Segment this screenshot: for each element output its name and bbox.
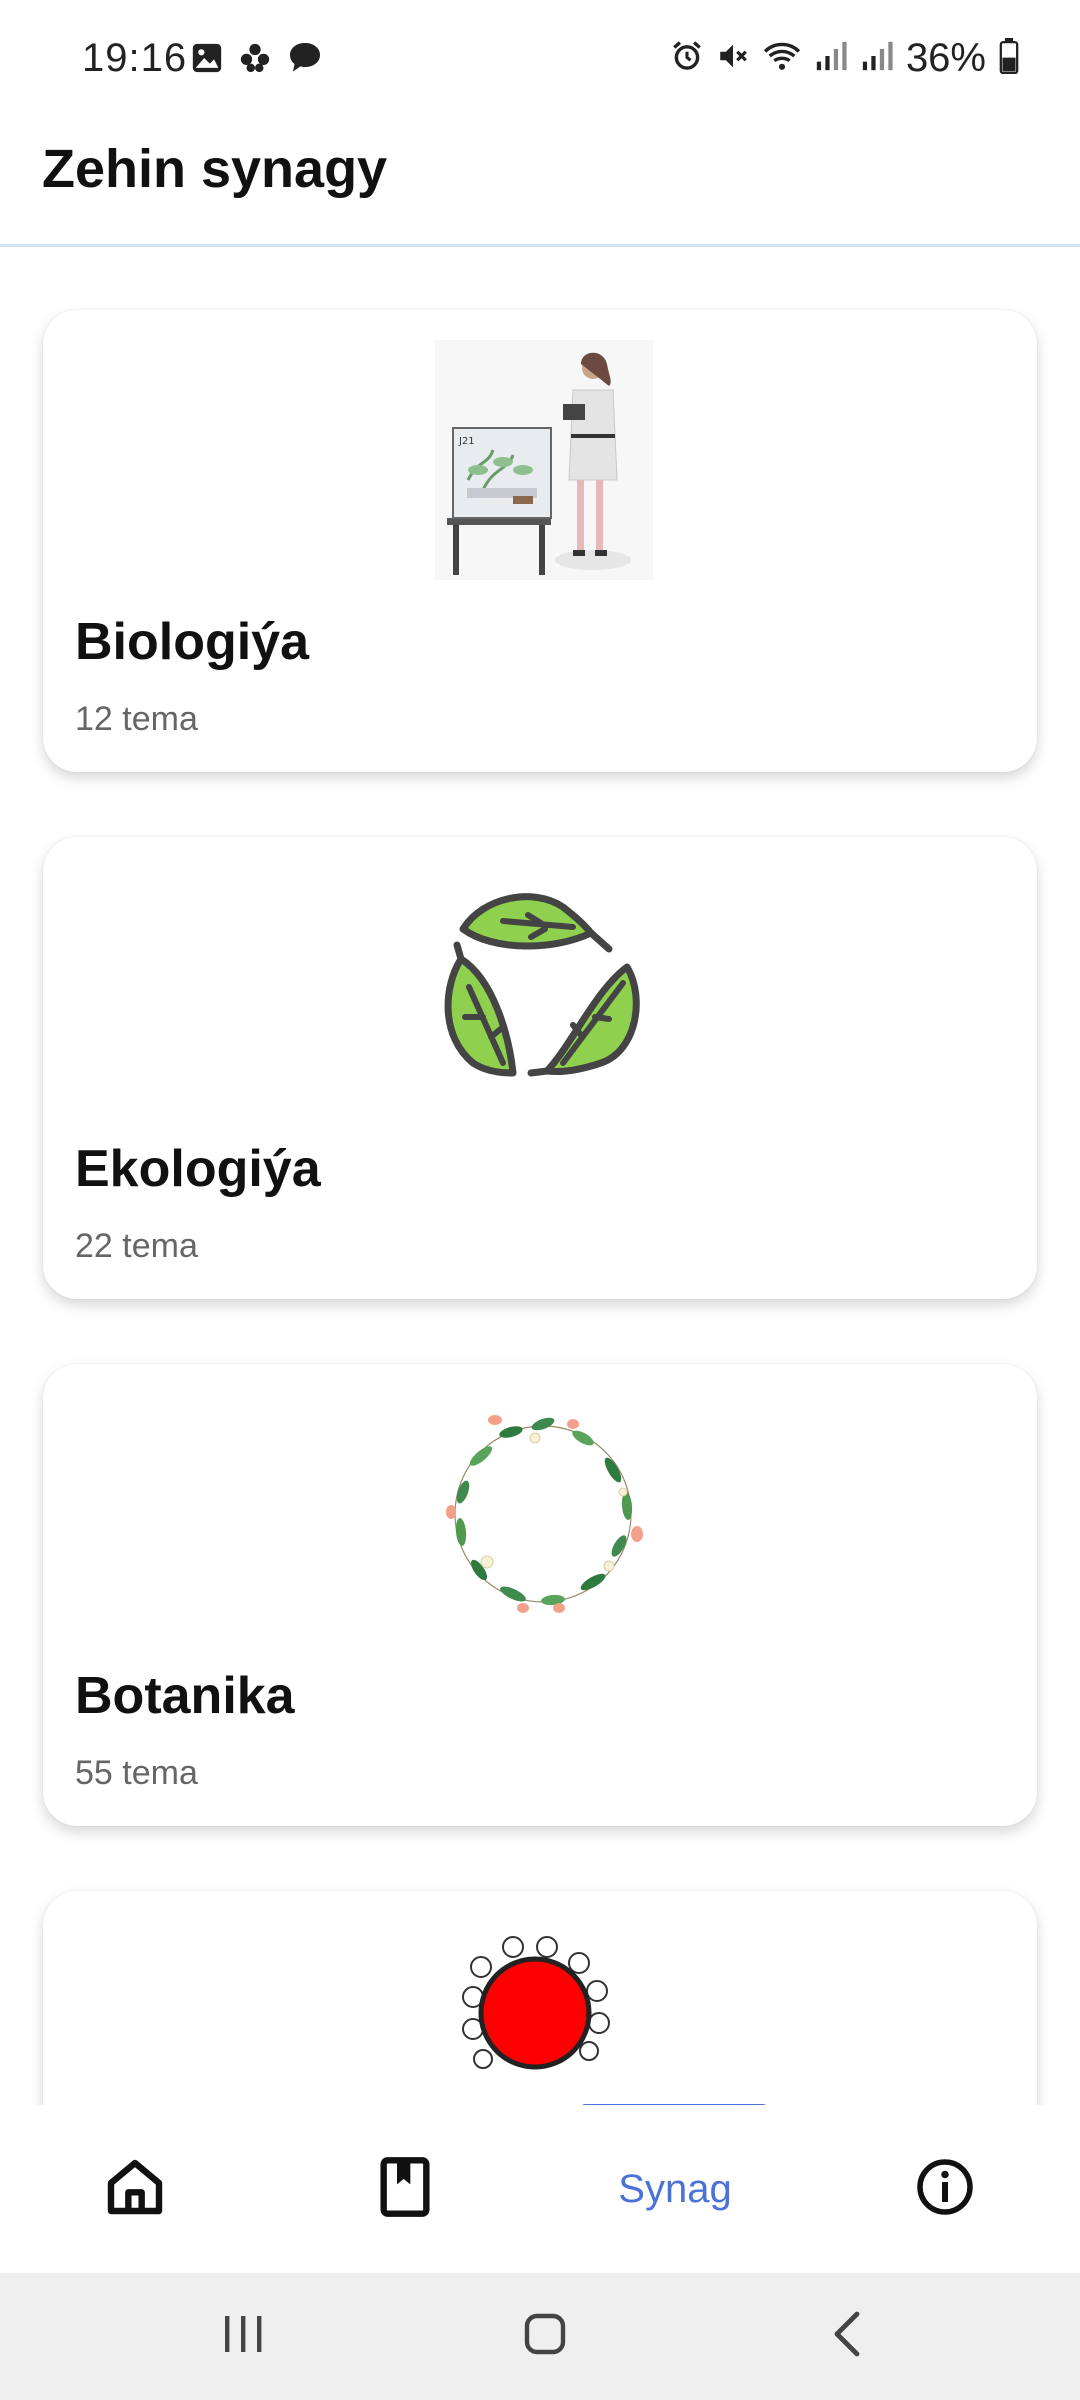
flower-icon xyxy=(238,41,272,80)
signal-icon xyxy=(860,39,894,78)
back-icon xyxy=(831,2310,863,2363)
signal-icon xyxy=(814,39,848,78)
recents-icon xyxy=(221,2314,265,2359)
nav-info[interactable] xyxy=(810,2105,1080,2273)
category-card-ekologiya[interactable]: Ekologiýa 22 tema xyxy=(43,837,1037,1299)
card-subtitle: 55 tema xyxy=(75,1754,198,1792)
screen: 19:16 36% Zehin synagy J21 Biologiýa 12 … xyxy=(0,0,1080,2400)
nav-label-synag: Synag xyxy=(618,2166,732,2211)
bookmark-book-icon xyxy=(377,2155,433,2224)
alarm-icon xyxy=(670,39,704,78)
recents-button[interactable] xyxy=(143,2273,343,2400)
svg-text:J21: J21 xyxy=(458,436,475,447)
card-subtitle: 22 tema xyxy=(75,1227,198,1265)
nav-home[interactable] xyxy=(0,2105,270,2273)
category-list[interactable]: J21 Biologiýa 12 tema Ekologiýa 22 tema … xyxy=(0,247,1080,2105)
nav-books[interactable] xyxy=(270,2105,540,2273)
scientist-illustration: J21 xyxy=(423,340,663,580)
home-icon xyxy=(103,2155,167,2224)
mute-icon xyxy=(716,39,750,78)
image-icon xyxy=(190,41,224,80)
status-bar: 19:16 36% xyxy=(0,0,1080,120)
cell-illustration xyxy=(423,1921,663,2105)
system-navigation-bar xyxy=(0,2273,1080,2400)
back-button[interactable] xyxy=(747,2273,947,2400)
home-circle-icon xyxy=(523,2312,567,2361)
status-system-icons: 36% xyxy=(670,36,1020,81)
battery-icon xyxy=(998,38,1020,79)
info-icon xyxy=(915,2157,975,2222)
card-title: Biologiýa xyxy=(75,613,310,671)
category-card-4[interactable] xyxy=(43,1891,1037,2105)
card-title: Ekologiýa xyxy=(75,1140,321,1198)
category-card-botanika[interactable]: Botanika 55 tema xyxy=(43,1364,1037,1826)
flower-wreath-icon xyxy=(423,1394,663,1634)
status-time: 19:16 xyxy=(82,36,188,80)
home-system-button[interactable] xyxy=(445,2273,645,2400)
chat-icon xyxy=(286,40,324,81)
category-card-biologiya[interactable]: J21 Biologiýa 12 tema xyxy=(43,310,1037,772)
card-subtitle: 12 tema xyxy=(75,700,198,738)
app-header: Zehin synagy xyxy=(0,120,1080,247)
battery-percent: 36% xyxy=(905,36,986,80)
wifi-icon xyxy=(762,39,802,78)
nav-synag[interactable]: Synag xyxy=(540,2105,810,2273)
status-notification-icons xyxy=(190,40,324,81)
card-title: Botanika xyxy=(75,1667,295,1725)
page-title: Zehin synagy xyxy=(42,139,388,199)
leaves-recycle-icon xyxy=(423,867,663,1107)
bottom-navigation: Synag xyxy=(0,2105,1080,2273)
